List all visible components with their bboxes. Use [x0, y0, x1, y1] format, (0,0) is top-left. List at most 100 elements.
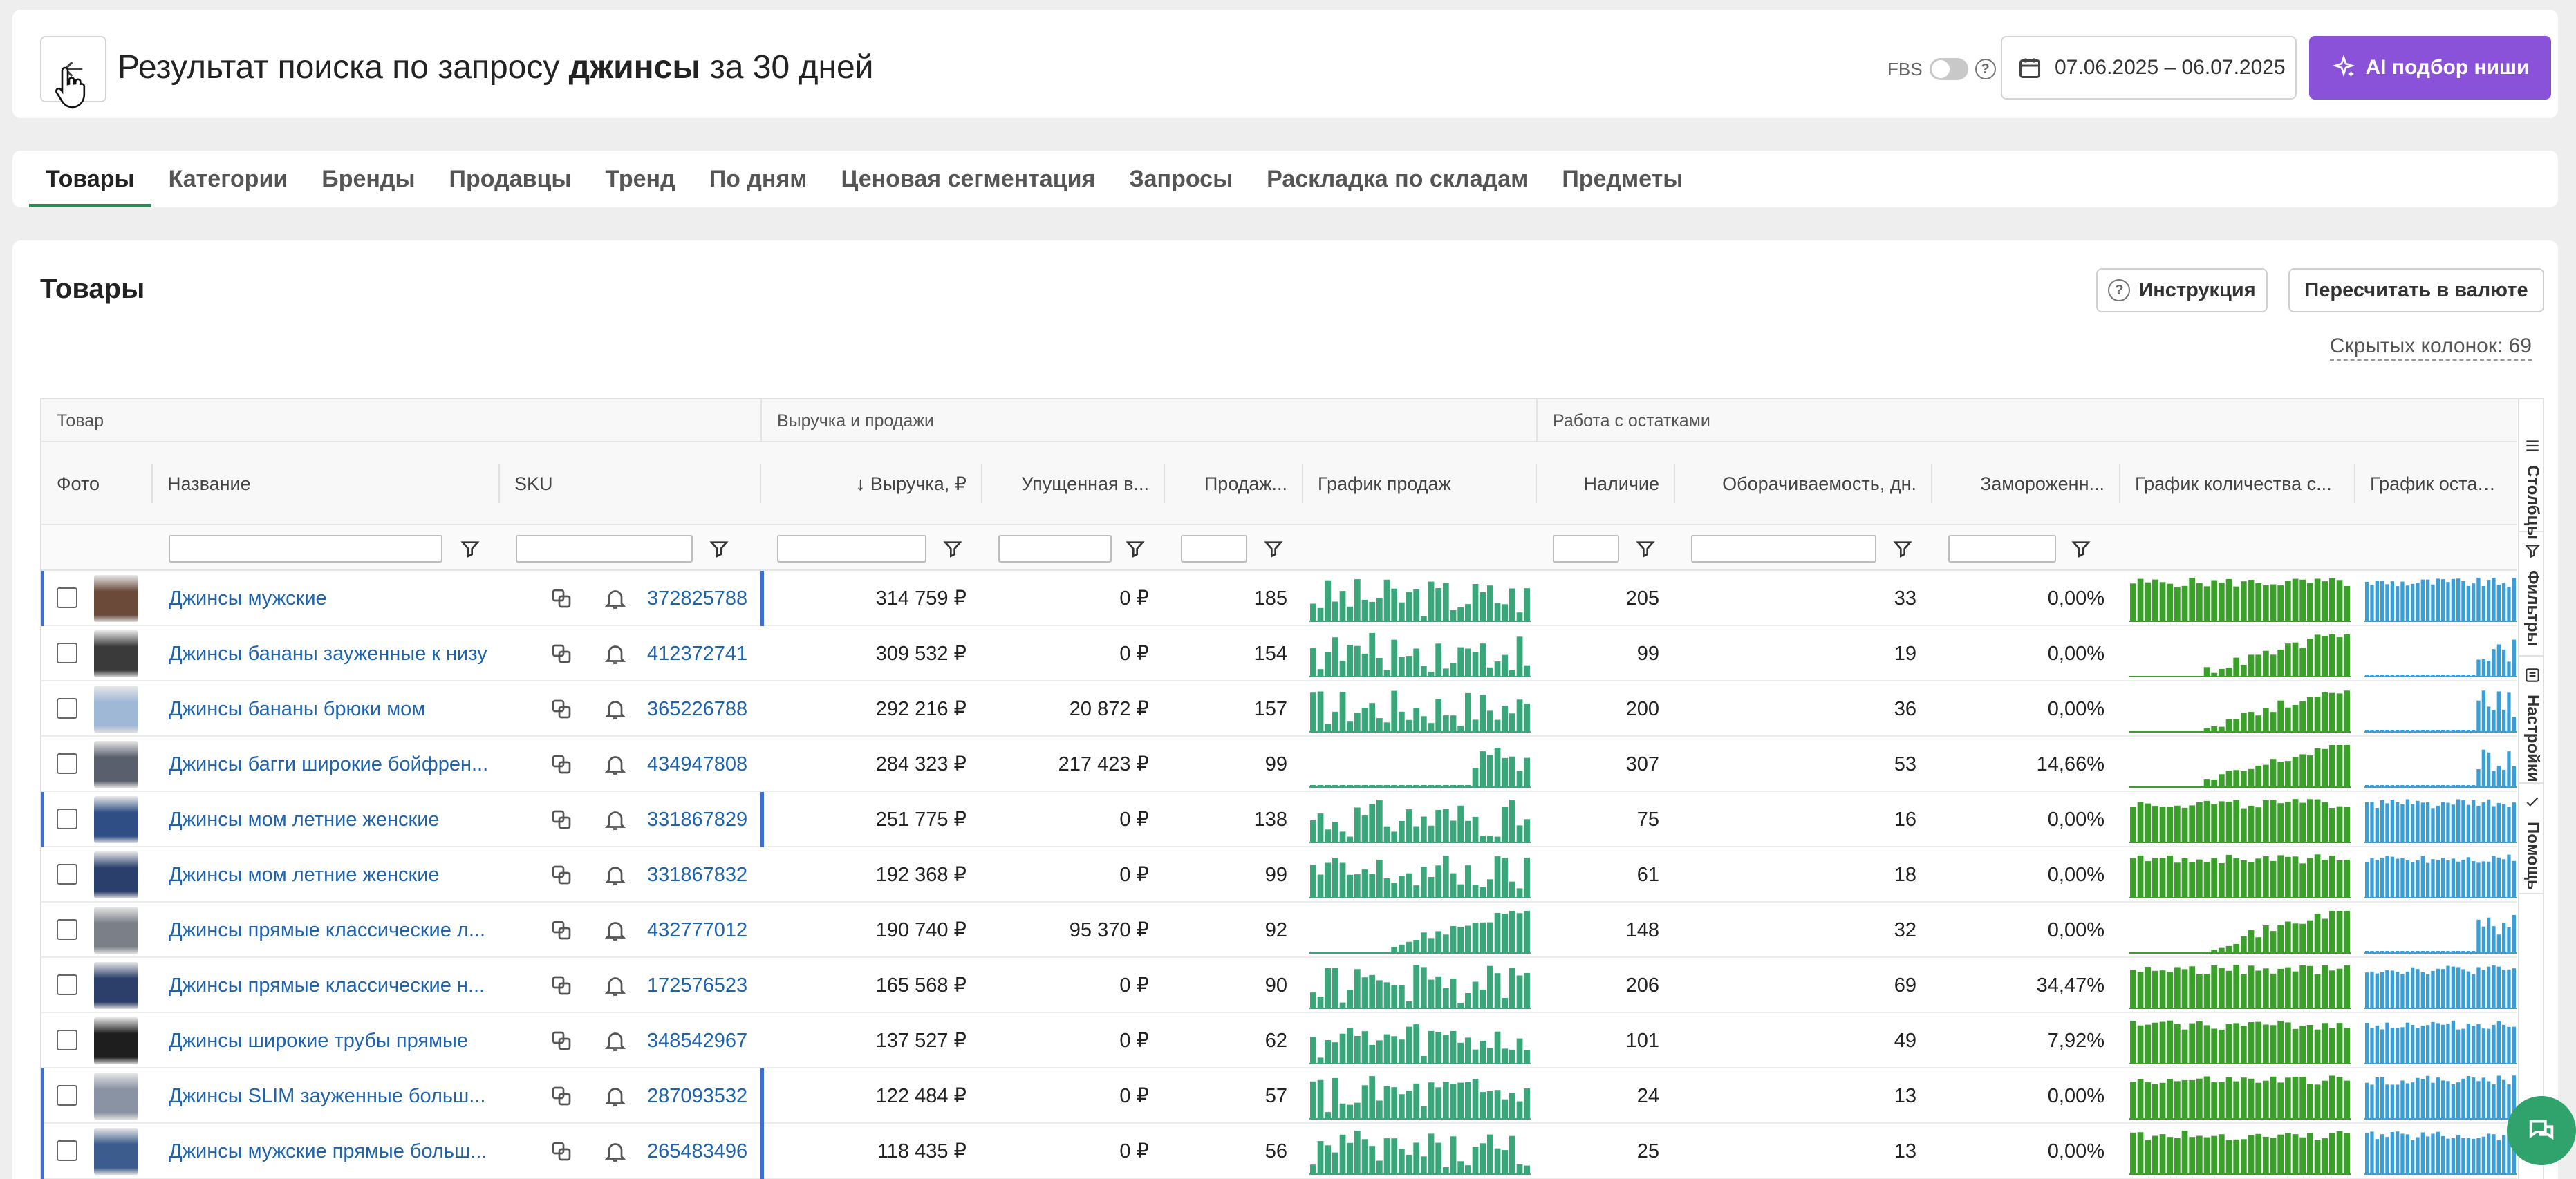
column-separator[interactable] — [1536, 464, 1537, 503]
copy-icon[interactable] — [549, 1084, 574, 1109]
column-header-revenue[interactable]: ↓ Выручка, ₽ — [760, 442, 982, 525]
product-photo[interactable] — [94, 741, 138, 788]
stock-qty-sparkline[interactable] — [2129, 1017, 2351, 1064]
filter-icon[interactable] — [1892, 538, 1914, 560]
sku-link[interactable]: 432777012 — [647, 903, 760, 958]
product-name-link[interactable]: Джинсы широкие трубы прямые — [169, 1013, 499, 1068]
bell-icon[interactable] — [603, 973, 628, 998]
product-name-link[interactable]: Джинсы бананы брюки мом — [169, 681, 499, 737]
filter-icon[interactable] — [708, 538, 730, 560]
stock-qty-sparkline[interactable] — [2129, 907, 2351, 954]
stock-sparkline[interactable] — [2364, 1017, 2517, 1064]
date-range-picker[interactable]: 07.06.2025 – 06.07.2025 — [2001, 36, 2297, 100]
product-photo[interactable] — [94, 907, 138, 954]
table-row[interactable]: Джинсы мужские 372825788 314 759 ₽ 0 ₽ 185 20… — [41, 571, 2517, 626]
product-photo[interactable] — [94, 630, 138, 677]
stock-qty-sparkline[interactable] — [2129, 686, 2351, 733]
stock-sparkline[interactable] — [2364, 575, 2517, 622]
hidden-columns-link[interactable]: Скрытых колонок: 69 — [2329, 334, 2532, 361]
sales-sparkline[interactable] — [1309, 1128, 1531, 1175]
product-photo[interactable] — [94, 1128, 138, 1175]
table-row[interactable]: Джинсы бананы зауженные к низу 412372741 3… — [41, 626, 2517, 681]
column-header-lost[interactable]: Упущенная в... — [982, 442, 1164, 525]
filter-icon[interactable] — [2070, 538, 2092, 560]
column-header-stock-qty-chart[interactable]: График количества с... — [2120, 442, 2355, 525]
product-name-link[interactable]: Джинсы мужские — [169, 571, 499, 626]
product-name-link[interactable]: Джинсы багги широкие бойфрен... — [169, 737, 499, 792]
filter-input-lost[interactable] — [998, 535, 1112, 563]
sales-sparkline[interactable] — [1309, 1073, 1531, 1120]
sales-sparkline[interactable] — [1309, 575, 1531, 622]
sales-sparkline[interactable] — [1309, 741, 1531, 788]
tab-prodavtsy[interactable]: Продавцы — [433, 151, 588, 207]
row-checkbox[interactable] — [57, 974, 77, 995]
stock-qty-sparkline[interactable] — [2129, 630, 2351, 677]
column-separator[interactable] — [1674, 464, 1675, 503]
product-photo[interactable] — [94, 851, 138, 898]
filter-input-name[interactable] — [169, 535, 442, 563]
product-photo[interactable] — [94, 796, 138, 843]
sku-link[interactable]: 365226788 — [647, 681, 760, 737]
row-checkbox[interactable] — [57, 643, 77, 663]
table-row[interactable]: Джинсы мом летние женские 331867829 251 77… — [41, 792, 2517, 847]
sku-link[interactable]: 287093532 — [647, 1068, 760, 1124]
stock-sparkline[interactable] — [2364, 962, 2517, 1009]
tab-tovary[interactable]: Товары — [29, 151, 151, 207]
table-row[interactable]: Джинсы прямые классические н... 172576523… — [41, 958, 2517, 1013]
tab-tsenovaya-segmentatsiya[interactable]: Ценовая сегментация — [824, 151, 1112, 207]
sales-sparkline[interactable] — [1309, 962, 1531, 1009]
bell-icon[interactable] — [603, 1084, 628, 1109]
sales-sparkline[interactable] — [1309, 686, 1531, 733]
sku-link[interactable]: 434947808 — [647, 737, 760, 792]
sales-sparkline[interactable] — [1309, 1017, 1531, 1064]
copy-icon[interactable] — [549, 1028, 574, 1053]
copy-icon[interactable] — [549, 862, 574, 887]
product-name-link[interactable]: Джинсы прямые классические н... — [169, 958, 499, 1013]
filter-icon[interactable] — [1262, 538, 1285, 560]
row-checkbox[interactable] — [57, 864, 77, 885]
bell-icon[interactable] — [603, 862, 628, 887]
column-header-photo[interactable]: Фото — [41, 442, 152, 525]
sku-link[interactable]: 265483496 — [647, 1124, 760, 1179]
stock-sparkline[interactable] — [2364, 1073, 2517, 1120]
chat-button[interactable] — [2507, 1096, 2576, 1165]
row-checkbox[interactable] — [57, 1085, 77, 1106]
filter-input-turnover[interactable] — [1691, 535, 1876, 563]
filter-icon[interactable] — [1634, 538, 1656, 560]
column-separator[interactable] — [2354, 464, 2355, 503]
ai-niche-button[interactable]: AI подбор ниши — [2309, 36, 2551, 100]
sku-link[interactable]: 331867832 — [647, 847, 760, 903]
row-checkbox[interactable] — [57, 919, 77, 940]
sales-sparkline[interactable] — [1309, 907, 1531, 954]
product-name-link[interactable]: Джинсы SLIM зауженные больш... — [169, 1068, 499, 1124]
stock-sparkline[interactable] — [2364, 686, 2517, 733]
bell-icon[interactable] — [603, 1139, 628, 1164]
sku-link[interactable]: 331867829 — [647, 792, 760, 847]
copy-icon[interactable] — [549, 918, 574, 943]
table-row[interactable]: Джинсы мом летние женские 331867832 192 36… — [41, 847, 2517, 903]
column-separator[interactable] — [2119, 464, 2120, 503]
side-tab-filters[interactable]: Фильтры — [2519, 532, 2543, 657]
filter-input-sales[interactable] — [1181, 535, 1247, 563]
stock-qty-sparkline[interactable] — [2129, 575, 2351, 622]
copy-icon[interactable] — [549, 1139, 574, 1164]
table-row[interactable]: Джинсы прямые классические л... 432777012… — [41, 903, 2517, 958]
product-photo[interactable] — [94, 1017, 138, 1064]
column-separator[interactable] — [151, 464, 153, 503]
side-tab-settings[interactable]: Настройки — [2519, 657, 2543, 784]
stock-qty-sparkline[interactable] — [2129, 1073, 2351, 1120]
product-name-link[interactable]: Джинсы мужские прямые больш... — [169, 1124, 499, 1179]
product-photo[interactable] — [94, 575, 138, 622]
column-header-turnover[interactable]: Оборачиваемость, дн. — [1674, 442, 1932, 525]
column-separator[interactable] — [1302, 464, 1303, 503]
convert-currency-button[interactable]: Пересчитать в валюте — [2288, 268, 2544, 312]
sku-link[interactable]: 348542967 — [647, 1013, 760, 1068]
row-checkbox[interactable] — [57, 1030, 77, 1050]
column-separator[interactable] — [1164, 464, 1165, 503]
stock-sparkline[interactable] — [2364, 741, 2517, 788]
copy-icon[interactable] — [549, 641, 574, 666]
row-checkbox[interactable] — [57, 1140, 77, 1161]
filter-icon[interactable] — [942, 538, 964, 560]
sales-sparkline[interactable] — [1309, 851, 1531, 898]
sales-sparkline[interactable] — [1309, 630, 1531, 677]
